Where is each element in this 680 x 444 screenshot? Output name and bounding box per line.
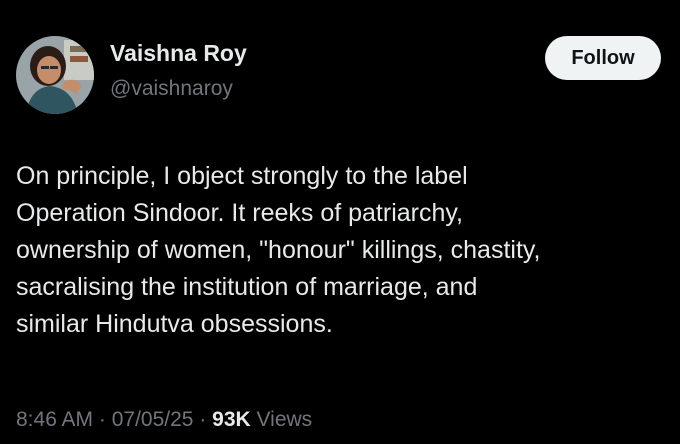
user-avatar-photo-icon: [16, 36, 94, 114]
tweet-card: Vaishna Roy @vaishnaroy Follow On princi…: [0, 0, 680, 444]
views-label: Views: [250, 408, 313, 431]
tweet-date[interactable]: 07/05/25: [112, 408, 194, 431]
meta-separator: ·: [93, 408, 112, 431]
author-avatar[interactable]: [16, 36, 94, 114]
author-name[interactable]: Vaishna Roy: [110, 40, 247, 67]
meta-separator: ·: [193, 408, 213, 431]
author-handle[interactable]: @vaishnaroy: [110, 77, 233, 101]
follow-button[interactable]: Follow: [545, 36, 661, 80]
tweet-text: On principle, I object strongly to the l…: [16, 162, 541, 338]
views-count[interactable]: 93K: [212, 408, 251, 431]
tweet-metadata: 8:46 AM · 07/05/25 · 93K Views: [16, 408, 312, 432]
tweet-time[interactable]: 8:46 AM: [16, 408, 93, 431]
